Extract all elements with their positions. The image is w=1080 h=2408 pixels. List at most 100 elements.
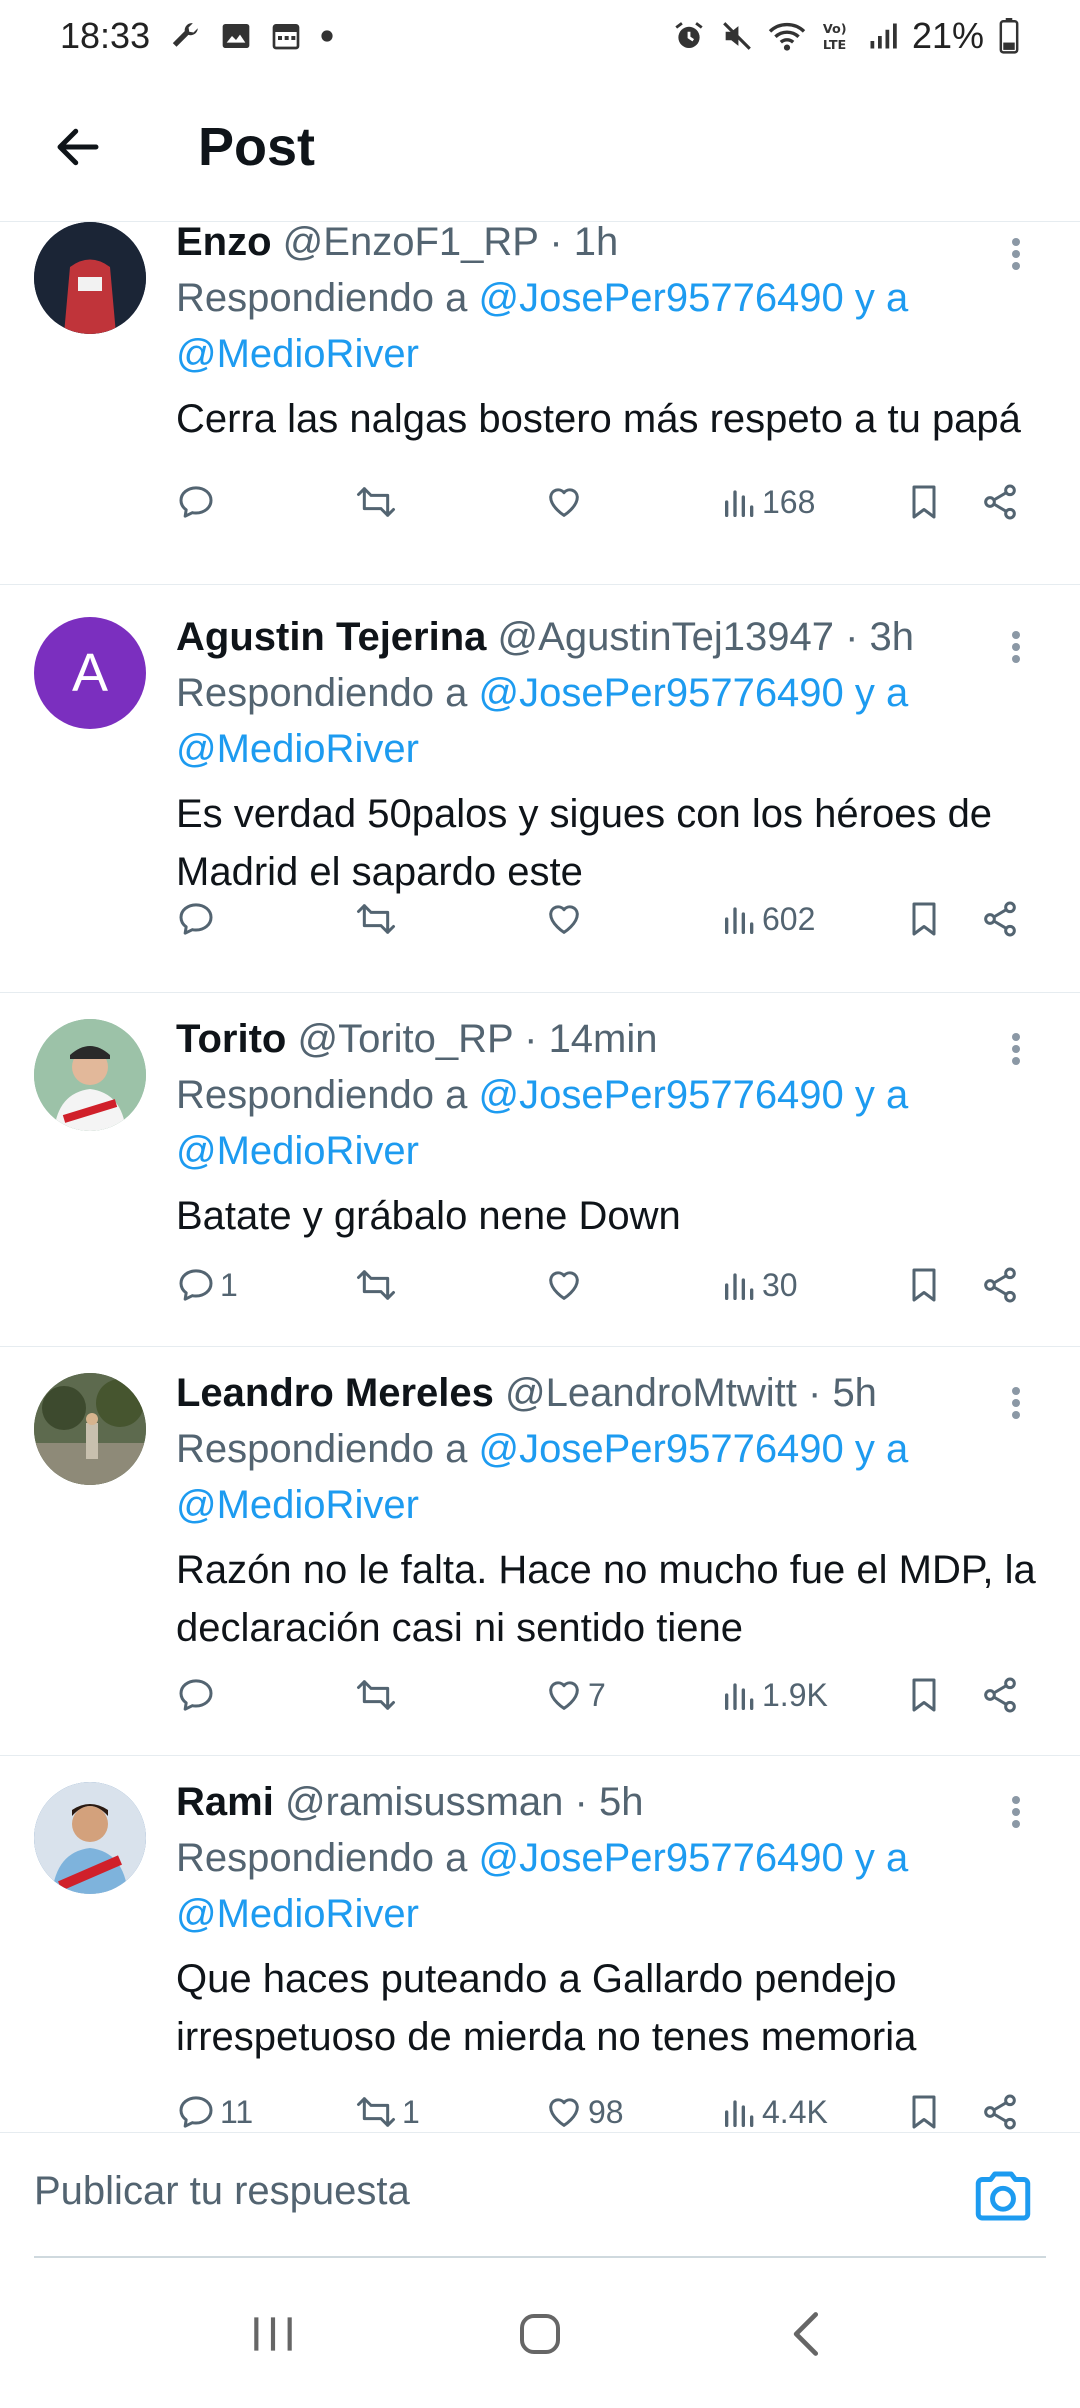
share-button[interactable] (980, 2082, 1020, 2132)
separator-dot: · (845, 615, 859, 659)
avatar[interactable] (34, 222, 146, 334)
mention-link[interactable]: @MedioRiver (176, 332, 419, 376)
heart-icon (549, 488, 579, 517)
action-bar: 602 (176, 889, 1036, 949)
avatar[interactable] (34, 1019, 146, 1131)
avatar-letter: A (71, 643, 109, 703)
share-button[interactable] (980, 1255, 1020, 1315)
views-button[interactable]: 602 (722, 889, 815, 949)
bookmark-button[interactable] (906, 1665, 942, 1725)
back-button[interactable] (38, 107, 118, 187)
replies-feed[interactable]: Enzo @EnzoF1_RP · 1h Respondiendo a @Jos… (0, 222, 1080, 2132)
mention-link[interactable]: @JosePer95776490 (478, 276, 843, 320)
reply-content: Torito @Torito_RP · 14min Respondiendo a… (176, 1011, 1040, 1245)
timestamp[interactable]: 5h (599, 1780, 644, 1824)
timestamp[interactable]: 1h (574, 222, 619, 264)
replying-to: Respondiendo a @JosePer95776490 y a @Med… (176, 1067, 1040, 1179)
reply-item[interactable]: Rami @ramisussman · 5h Respondiendo a @J… (0, 1756, 1080, 2132)
repost-button[interactable] (354, 472, 402, 532)
share-button[interactable] (980, 889, 1020, 949)
replying-to: Respondiendo a @JosePer95776490 y a @Med… (176, 1830, 1040, 1942)
timestamp[interactable]: 5h (832, 1371, 877, 1415)
display-name[interactable]: Leandro Mereles (176, 1371, 494, 1415)
camera-icon (975, 2171, 1031, 2221)
back-nav-button[interactable] (762, 2289, 852, 2379)
repost-button[interactable] (354, 889, 402, 949)
mention-link[interactable]: @JosePer95776490 (478, 1836, 843, 1880)
avatar[interactable] (34, 1373, 146, 1485)
mention-link[interactable]: @MedioRiver (176, 727, 419, 771)
reply-item[interactable]: Torito @Torito_RP · 14min Respondiendo a… (0, 993, 1080, 1347)
mention-joiner: y a (854, 276, 909, 320)
reply-button[interactable]: 11 (176, 2082, 253, 2132)
bookmark-button[interactable] (906, 889, 942, 949)
bookmark-button[interactable] (906, 2082, 942, 2132)
post-header: Post (0, 72, 1080, 222)
mention-link[interactable]: @JosePer95776490 (478, 1427, 843, 1471)
bookmark-button[interactable] (906, 472, 942, 532)
timestamp[interactable]: 3h (870, 615, 915, 659)
display-name[interactable]: Enzo (176, 222, 272, 264)
display-name[interactable]: Agustin Tejerina (176, 615, 486, 659)
user-handle[interactable]: @EnzoF1_RP (283, 222, 539, 264)
like-button[interactable]: 98 (544, 2082, 624, 2132)
views-button[interactable]: 30 (722, 1255, 798, 1315)
repost-icon (357, 2097, 395, 2127)
analytics-icon (725, 907, 754, 934)
reply-header: Agustin Tejerina @AgustinTej13947 · 3h (176, 609, 1040, 665)
action-bar: 168 (176, 472, 1036, 532)
repost-button[interactable] (354, 1255, 402, 1315)
display-name[interactable]: Rami (176, 1780, 274, 1824)
share-icon (984, 1267, 1016, 1303)
reply-button[interactable]: 1 (176, 1255, 238, 1315)
share-button[interactable] (980, 472, 1020, 532)
timestamp[interactable]: 14min (549, 1017, 658, 1061)
reply-text: Razón no le falta. Hace no mucho fue el … (176, 1548, 1036, 1650)
reply-text: Que haces puteando a Gallardo pendejo ir… (176, 1957, 917, 2059)
like-button[interactable] (544, 889, 588, 949)
chevron-left-icon (793, 2312, 818, 2356)
reply-input[interactable]: Publicar tu respuesta (34, 2169, 410, 2214)
user-handle[interactable]: @Torito_RP (297, 1017, 513, 1061)
avatar[interactable]: A (34, 617, 146, 729)
separator-dot: · (807, 1371, 822, 1415)
user-handle[interactable]: @ramisussman (285, 1780, 563, 1824)
mention-link[interactable]: @MedioRiver (176, 1483, 419, 1527)
mention-joiner: y a (854, 1836, 909, 1880)
display-name[interactable]: Torito (176, 1017, 286, 1061)
reply-button[interactable] (176, 889, 220, 949)
repost-button[interactable] (354, 1665, 402, 1725)
views-button[interactable]: 1.9K (722, 1665, 828, 1725)
mention-link[interactable]: @MedioRiver (176, 1129, 419, 1173)
user-handle[interactable]: @AgustinTej13947 (498, 615, 834, 659)
composer-underline (34, 2256, 1046, 2258)
image-icon (220, 20, 252, 52)
reply-item[interactable]: A Agustin Tejerina @AgustinTej13947 · 3h… (0, 585, 1080, 993)
share-button[interactable] (980, 1665, 1020, 1725)
avatar[interactable] (34, 1782, 146, 1894)
wrench-icon (168, 19, 202, 53)
mention-link[interactable]: @JosePer95776490 (478, 671, 843, 715)
share-icon (984, 484, 1016, 520)
views-button[interactable]: 168 (722, 472, 815, 532)
mention-link[interactable]: @MedioRiver (176, 1892, 419, 1936)
replying-to-label: Respondiendo a (176, 1073, 468, 1117)
views-button[interactable]: 4.4K (722, 2082, 828, 2132)
repost-button[interactable]: 1 (354, 2082, 420, 2132)
reply-button[interactable] (176, 1665, 220, 1725)
mention-link[interactable]: @JosePer95776490 (478, 1073, 843, 1117)
home-button[interactable] (495, 2289, 585, 2379)
reply-item[interactable]: Enzo @EnzoF1_RP · 1h Respondiendo a @Jos… (0, 222, 1080, 585)
action-bar: 1 30 (176, 1255, 1036, 1315)
reply-button[interactable] (176, 472, 220, 532)
system-navigation-bar (0, 2260, 1080, 2408)
user-handle[interactable]: @LeandroMtwitt (505, 1371, 797, 1415)
reply-item[interactable]: Leandro Mereles @LeandroMtwitt · 5h Resp… (0, 1347, 1080, 1756)
like-button[interactable]: 7 (544, 1665, 606, 1725)
like-button[interactable] (544, 472, 588, 532)
camera-button[interactable] (970, 2163, 1036, 2229)
like-button[interactable] (544, 1255, 588, 1315)
reply-header: Rami @ramisussman · 5h (176, 1774, 1040, 1830)
recent-apps-button[interactable] (228, 2289, 318, 2379)
bookmark-button[interactable] (906, 1255, 942, 1315)
